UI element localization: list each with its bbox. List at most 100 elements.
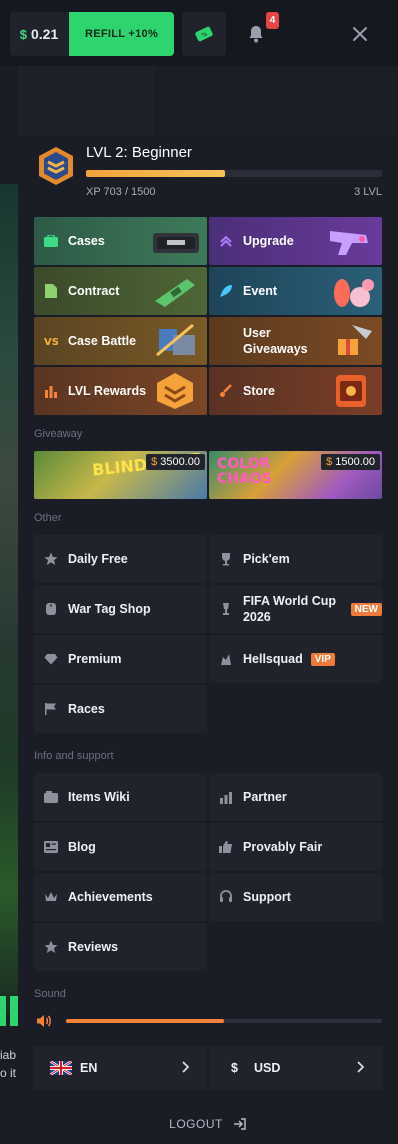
level-progress[interactable]: LVL 2: Beginner XP 703 / 1500 3 LVL [36,144,382,204]
tile-label: LVL Rewards [68,384,147,398]
volume-icon[interactable] [36,1013,52,1029]
brush-icon [219,384,233,398]
tile-lvl-rewards[interactable]: LVL Rewards [34,367,207,415]
menu-item-races[interactable]: Races [34,685,207,733]
giveaway-title: COLOR CHAOS [217,456,272,487]
giveaway-card[interactable]: COLOR CHAOS $1500.00 [209,451,382,499]
tile-label: Contract [68,284,120,298]
giveaways-artwork [338,325,372,355]
bar-chart-icon [44,384,58,398]
menu-item-daily-free[interactable]: Daily Free [34,535,207,583]
currency-selector[interactable]: $ USD [209,1046,382,1090]
chart-icon [219,790,233,804]
currency-value: USD [253,1061,281,1075]
panel-header [18,66,398,136]
volume-slider-fill [66,1019,224,1023]
tile-store[interactable]: Store [209,367,382,415]
background-text: iab o it [0,1048,17,1080]
svg-text:VS: VS [44,337,58,347]
menu-item-war-tag-shop[interactable]: War Tag Shop [34,585,207,633]
menu-item-achievements[interactable]: Achievements [34,873,207,921]
thumbs-up-icon [219,840,233,854]
giveaway-price: $3500.00 [146,454,205,470]
wiki-icon [44,790,58,804]
tile-label: Event [243,284,278,298]
contract-artwork [155,279,195,307]
language-value: EN [80,1061,98,1075]
diamond-icon [44,652,58,666]
menu-item-label: Blog [68,840,96,854]
menu-item-pickem[interactable]: Pick'em [209,535,382,583]
upgrade-artwork [330,231,368,255]
background-hero-image [0,184,18,1014]
info-section-label: Info and support [34,750,114,762]
menu-item-reviews[interactable]: Reviews [34,923,207,971]
menu-item-label: Hellsquad [243,652,303,666]
hellsquad-icon [219,652,233,666]
rocket-icon [219,284,233,298]
currency-symbol: $ [231,1061,238,1075]
menu-item-partner[interactable]: Partner [209,773,382,821]
background-button [10,996,18,1026]
xp-text: XP 703 / 1500 [86,186,156,198]
star-icon [44,940,58,954]
tile-label: Case Battle [68,334,137,348]
menu-item-label: Pick'em [243,552,290,566]
tile-contract[interactable]: Contract [34,267,207,315]
giveaway-price: $1500.00 [321,454,380,470]
menu-item-label: Premium [68,652,122,666]
giveaway-card[interactable]: BLIND SPOT $3500.00 [34,451,207,499]
language-selector[interactable]: EN [34,1046,207,1090]
menu-item-label: Daily Free [68,552,128,566]
logout-icon [233,1118,246,1130]
tile-upgrade[interactable]: Upgrade [209,217,382,265]
contract-icon [44,284,58,298]
side-menu-panel: LVL 2: Beginner XP 703 / 1500 3 LVL Case… [18,66,398,1144]
level-badge-icon [39,147,73,185]
menu-item-provably-fair[interactable]: Provably Fair [209,823,382,871]
menu-item-label: Items Wiki [68,790,130,804]
giveaway-section-label: Giveaway [34,428,83,440]
flag-icon [44,702,58,716]
other-section-label: Other [34,512,62,524]
bell-icon [249,26,263,43]
menu-item-items-wiki[interactable]: Items Wiki [34,773,207,821]
menu-item-premium[interactable]: Premium [34,635,207,683]
refill-button[interactable]: REFILL +10% [69,12,174,56]
tile-event[interactable]: Event [209,267,382,315]
uk-flag-icon [50,1061,72,1075]
tile-label: Upgrade [243,234,294,248]
menu-item-label: FIFA World Cup 2026 [242,594,336,624]
cup-icon [219,602,233,616]
logout-label: LOGOUT [169,1117,223,1131]
balance-display[interactable]: $ 0.21 [10,12,68,56]
menu-item-label: Races [68,702,105,716]
tile-cases[interactable]: Cases [34,217,207,265]
menu-item-blog[interactable]: Blog [34,823,207,871]
xp-progress-fill [86,170,226,177]
close-icon [353,27,367,41]
tile-case-battle[interactable]: VS Case Battle [34,317,207,365]
menu-item-hellsquad[interactable]: Hellsquad VIP [209,635,382,683]
balance-currency: $ [19,26,27,42]
menu-item-label: Partner [243,790,287,804]
menu-item-fifa-world-cup[interactable]: FIFA World Cup 2026 NEW [209,585,382,633]
chevron-right-icon [357,1061,364,1073]
tile-label: User Giveaways [243,326,308,356]
versus-icon: VS [44,334,58,348]
close-menu-button[interactable] [346,20,374,48]
background-page: iab o it [0,66,18,1144]
lvl-rewards-artwork [157,373,193,409]
volume-slider[interactable] [66,1019,382,1023]
trophy-icon [219,552,233,566]
menu-item-support[interactable]: Support [209,873,382,921]
dog-tag-icon [44,602,58,616]
ticket-button[interactable]: % [182,12,226,56]
menu-item-label: War Tag Shop [68,602,151,616]
background-button [0,996,6,1026]
logout-button[interactable]: LOGOUT [18,1112,398,1136]
crown-icon [44,890,58,904]
menu-item-label: Provably Fair [243,840,323,854]
ticket-icon: % [195,26,213,42]
tile-user-giveaways[interactable]: User Giveaways [209,317,382,365]
